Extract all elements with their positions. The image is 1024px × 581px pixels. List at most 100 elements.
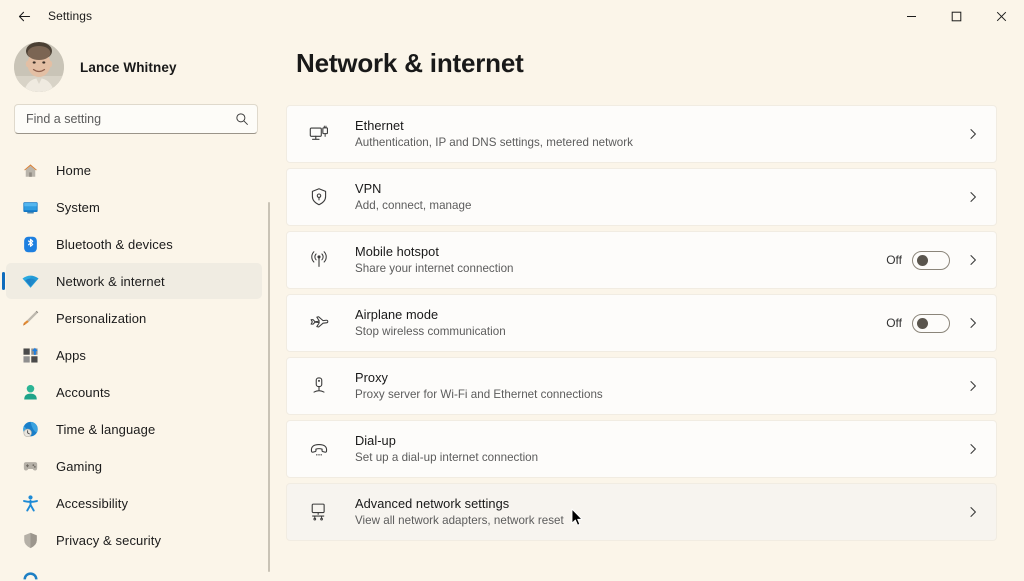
sidebar: Lance Whitney Find a setting Home System…: [0, 32, 272, 581]
toggle-state-label: Off: [886, 253, 902, 267]
back-arrow-icon: [18, 11, 30, 21]
sidebar-item-accessibility[interactable]: Accessibility: [6, 485, 262, 521]
close-icon: [996, 11, 1007, 21]
card-actions: [950, 380, 980, 392]
card-subtitle: Authentication, IP and DNS settings, met…: [355, 136, 633, 149]
card-actions: [950, 191, 980, 203]
card-actions: [950, 443, 980, 455]
search-input[interactable]: [26, 112, 235, 126]
sidebar-item-personalization[interactable]: Personalization: [6, 300, 262, 336]
sidebar-item-label: Personalization: [56, 310, 147, 326]
settings-card-vpn[interactable]: VPN Add, connect, manage: [286, 168, 997, 226]
time-language-icon: [20, 419, 40, 439]
back-button[interactable]: [4, 1, 44, 31]
chevron-right-icon: [966, 380, 980, 392]
mobile-hotspot-icon: [307, 248, 331, 272]
sidebar-item-gaming[interactable]: Gaming: [6, 448, 262, 484]
personalization-icon: [20, 308, 40, 328]
maximize-icon: [951, 11, 962, 21]
dialup-phone-icon: [307, 437, 331, 461]
sidebar-item-label: Network & internet: [56, 273, 165, 289]
maximize-button[interactable]: [934, 0, 979, 32]
settings-card-list: Ethernet Authentication, IP and DNS sett…: [286, 105, 1000, 541]
card-title: Dial-up: [355, 433, 396, 448]
minimize-icon: [907, 15, 916, 17]
sidebar-scrollbar[interactable]: [268, 202, 270, 572]
sidebar-nav: Home System Bluetooth & devices Network …: [0, 152, 272, 581]
sidebar-item-label: Accessibility: [56, 495, 129, 511]
sidebar-item-apps[interactable]: Apps: [6, 337, 262, 373]
profile-name: Lance Whitney: [80, 59, 177, 75]
user-profile[interactable]: Lance Whitney: [0, 32, 272, 104]
sidebar-item-home[interactable]: Home: [6, 152, 262, 188]
sidebar-item-label: Home: [56, 162, 92, 178]
card-text: Mobile hotspot Share your internet conne…: [355, 243, 874, 277]
system-icon: [20, 197, 40, 217]
minimize-button[interactable]: [889, 0, 934, 32]
page-title: Network & internet: [296, 48, 524, 78]
sidebar-item-bluetooth-devices[interactable]: Bluetooth & devices: [6, 226, 262, 262]
card-actions: Off: [886, 313, 980, 333]
settings-card-proxy[interactable]: Proxy Proxy server for Wi-Fi and Etherne…: [286, 357, 997, 415]
settings-card-mobile-hotspot[interactable]: Mobile hotspot Share your internet conne…: [286, 231, 997, 289]
accounts-icon: [20, 382, 40, 402]
sidebar-item-label: Accounts: [56, 384, 111, 400]
card-subtitle: Add, connect, manage: [355, 199, 472, 212]
mobile-hotspot-toggle[interactable]: [912, 250, 950, 270]
airplane-mode-toggle[interactable]: [912, 313, 950, 333]
chevron-right-icon: [966, 254, 980, 266]
card-subtitle: Stop wireless communication: [355, 325, 506, 338]
sidebar-item-label: Bluetooth & devices: [56, 236, 173, 252]
airplane-icon: [307, 311, 331, 335]
chevron-right-icon: [966, 443, 980, 455]
privacy-security-icon: [20, 530, 40, 550]
toggle-knob: [917, 254, 928, 266]
window-controls: [889, 0, 1024, 32]
card-title: VPN: [355, 181, 382, 196]
chevron-right-icon: [966, 317, 980, 329]
title-bar: Settings: [0, 0, 1024, 32]
card-actions: Off: [886, 250, 980, 270]
windows-update-icon: [20, 567, 40, 581]
card-title: Proxy: [355, 370, 388, 385]
proxy-icon: [307, 374, 331, 398]
card-text: VPN Add, connect, manage: [355, 180, 938, 214]
card-subtitle: Proxy server for Wi-Fi and Ethernet conn…: [355, 388, 603, 401]
sidebar-item-accounts[interactable]: Accounts: [6, 374, 262, 410]
close-button[interactable]: [979, 0, 1024, 32]
apps-icon: [20, 345, 40, 365]
toggle-knob: [917, 317, 928, 329]
chevron-right-icon: [966, 128, 980, 140]
avatar-photo-icon: [14, 42, 64, 92]
sidebar-item-label: Privacy & security: [56, 532, 162, 548]
window-title: Settings: [48, 9, 93, 23]
settings-card-advanced-network-settings[interactable]: Advanced network settings View all netwo…: [286, 483, 997, 541]
vpn-shield-icon: [307, 185, 331, 209]
card-text: Proxy Proxy server for Wi-Fi and Etherne…: [355, 369, 938, 403]
accessibility-icon: [20, 493, 40, 513]
gaming-icon: [20, 456, 40, 476]
sidebar-item-windows-update[interactable]: [6, 559, 262, 581]
toggle-state-label: Off: [886, 316, 902, 330]
search-container: [0, 104, 272, 134]
bluetooth-icon: [20, 234, 40, 254]
sidebar-item-time-language[interactable]: Time & language: [6, 411, 262, 447]
search-box[interactable]: [14, 104, 258, 134]
settings-card-dial-up[interactable]: Dial-up Set up a dial-up internet connec…: [286, 420, 997, 478]
sidebar-item-label: Gaming: [56, 458, 103, 474]
avatar: [14, 42, 64, 92]
settings-window: Settings Lance Whitney Find a setting Ho…: [0, 0, 1024, 581]
sidebar-item-privacy-security[interactable]: Privacy & security: [6, 522, 262, 558]
chevron-right-icon: [966, 191, 980, 203]
home-icon: [20, 160, 40, 180]
sidebar-item-network-internet[interactable]: Network & internet: [2, 263, 262, 299]
sidebar-item-system[interactable]: System: [6, 189, 262, 225]
settings-card-ethernet[interactable]: Ethernet Authentication, IP and DNS sett…: [286, 105, 997, 163]
card-title: Mobile hotspot: [355, 244, 439, 259]
main-content: Network & internet Ethernet Authenticati…: [272, 32, 1024, 581]
network-icon: [20, 271, 40, 291]
settings-card-airplane-mode[interactable]: Airplane mode Stop wireless communicatio…: [286, 294, 997, 352]
card-text: Advanced network settings View all netwo…: [355, 495, 938, 529]
card-subtitle: Share your internet connection: [355, 262, 514, 275]
card-title: Ethernet: [355, 118, 404, 133]
